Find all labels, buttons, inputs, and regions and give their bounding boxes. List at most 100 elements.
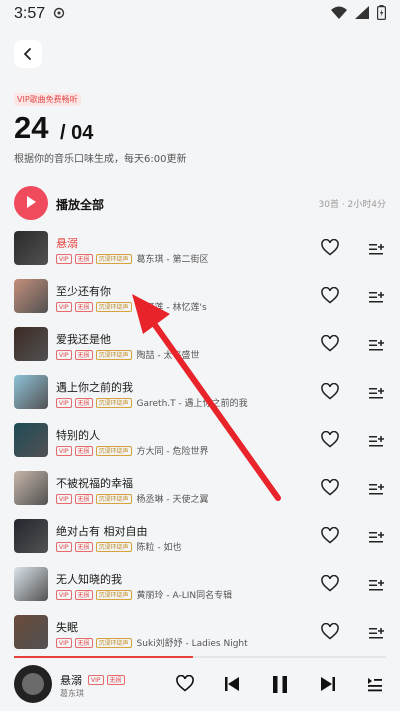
song-row[interactable]: 爱我还是他 VIP 无损 沉浸环绕声 陶喆 - 太平盛世 [0, 323, 400, 371]
vip-tag: VIP歌曲免费畅听 [14, 93, 81, 106]
date-day: 24 [14, 110, 49, 145]
vip-badge: VIP [56, 493, 72, 504]
song-title: 不被祝福的幸福 [56, 477, 133, 490]
date-month: / 04 [60, 122, 94, 144]
heart-icon[interactable] [321, 430, 339, 449]
song-artist-album: 陶喆 - 太平盛世 [136, 351, 200, 361]
song-meta: VIP 无损 沉浸环绕声 林忆莲 - 林忆莲's [56, 300, 207, 313]
surround-badge: 沉浸环绕声 [95, 397, 132, 408]
pause-icon[interactable] [272, 676, 288, 697]
song-title: 爱我还是他 [56, 333, 111, 346]
song-title: 特别的人 [56, 429, 100, 442]
player-badge-lossless: 无损 [106, 675, 125, 685]
album-cover[interactable] [14, 567, 48, 601]
album-cover[interactable] [14, 615, 48, 649]
page-subtitle: 根据你的音乐口味生成，每天6:00更新 [14, 154, 187, 165]
heart-icon[interactable] [176, 674, 194, 696]
play-all-button[interactable] [14, 186, 48, 220]
album-cover[interactable] [14, 423, 48, 457]
song-title: 无人知晓的我 [56, 573, 122, 586]
song-artist-album: Suki刘舒妤 - Ladies Night [136, 639, 248, 649]
album-cover[interactable] [14, 279, 48, 313]
song-meta: VIP 无损 沉浸环绕声 Suki刘舒妤 - Ladies Night [56, 636, 248, 649]
song-list: 悬溺 VIP 无损 沉浸环绕声 葛东琪 - 第二街区 至少还有你 VIP 无损 … [0, 227, 400, 659]
heart-icon[interactable] [321, 526, 339, 545]
song-meta: VIP 无损 沉浸环绕声 杨丞琳 - 天使之翼 [56, 492, 209, 505]
add-to-list-icon[interactable] [369, 241, 385, 255]
song-artist-album: 黄丽玲 - A-LIN同名专辑 [136, 591, 233, 601]
surround-badge: 沉浸环绕声 [95, 445, 132, 456]
vip-badge: VIP [56, 637, 72, 648]
lossless-badge: 无损 [74, 397, 93, 408]
heart-icon[interactable] [321, 574, 339, 593]
vip-badge: VIP [56, 541, 72, 552]
song-title: 悬溺 [56, 237, 78, 250]
lossless-badge: 无损 [74, 637, 93, 648]
song-title: 失眠 [56, 621, 78, 634]
lossless-badge: 无损 [74, 349, 93, 360]
song-title: 绝对占有 相对自由 [56, 525, 148, 538]
song-row[interactable]: 失眠 VIP 无损 沉浸环绕声 Suki刘舒妤 - Ladies Night [0, 611, 400, 659]
surround-badge: 沉浸环绕声 [95, 253, 132, 264]
album-cover[interactable] [14, 231, 48, 265]
add-to-list-icon[interactable] [369, 289, 385, 303]
add-to-list-icon[interactable] [369, 625, 385, 639]
album-cover[interactable] [14, 471, 48, 505]
surround-badge: 沉浸环绕声 [95, 637, 132, 648]
song-row[interactable]: 遇上你之前的我 VIP 无损 沉浸环绕声 Gareth.T - 遇上你之前的我 [0, 371, 400, 419]
vip-badge: VIP [56, 397, 72, 408]
vip-badge: VIP [56, 589, 72, 600]
add-to-list-icon[interactable] [369, 481, 385, 495]
previous-icon[interactable] [224, 676, 240, 696]
vip-badge: VIP [56, 349, 72, 360]
add-to-list-icon[interactable] [369, 577, 385, 591]
lossless-badge: 无损 [74, 301, 93, 312]
add-to-list-icon[interactable] [369, 433, 385, 447]
netease-status-icon [53, 5, 65, 23]
lossless-badge: 无损 [74, 445, 93, 456]
heart-icon[interactable] [321, 286, 339, 305]
album-disc[interactable] [14, 665, 52, 703]
surround-badge: 沉浸环绕声 [95, 301, 132, 312]
heart-icon[interactable] [321, 334, 339, 353]
battery-icon [377, 4, 387, 24]
progress-bar[interactable] [14, 656, 193, 658]
song-row[interactable]: 不被祝福的幸福 VIP 无损 沉浸环绕声 杨丞琳 - 天使之翼 [0, 467, 400, 515]
back-button[interactable] [14, 40, 42, 68]
status-time: 3:57 [14, 5, 46, 22]
song-row[interactable]: 特别的人 VIP 无损 沉浸环绕声 方大同 - 危险世界 [0, 419, 400, 467]
vip-badge: VIP [56, 445, 72, 456]
surround-badge: 沉浸环绕声 [95, 349, 132, 360]
next-icon[interactable] [320, 676, 336, 696]
song-row[interactable]: 至少还有你 VIP 无损 沉浸环绕声 林忆莲 - 林忆莲's [0, 275, 400, 323]
song-artist-album: Gareth.T - 遇上你之前的我 [136, 399, 248, 409]
vip-badge: VIP [56, 301, 72, 312]
mini-player[interactable]: 悬溺 VIP 无损 葛东琪 [0, 659, 400, 711]
add-to-list-icon[interactable] [369, 337, 385, 351]
lossless-badge: 无损 [74, 541, 93, 552]
play-all-label[interactable]: 播放全部 [56, 196, 104, 213]
song-artist-album: 陈粒 - 如也 [136, 543, 182, 553]
status-bar: 3:57 [0, 0, 400, 28]
playlist-icon[interactable] [367, 676, 383, 696]
album-cover[interactable] [14, 327, 48, 361]
heart-icon[interactable] [321, 238, 339, 257]
song-meta: VIP 无损 沉浸环绕声 黄丽玲 - A-LIN同名专辑 [56, 588, 232, 601]
heart-icon[interactable] [321, 478, 339, 497]
song-meta: VIP 无损 沉浸环绕声 方大同 - 危险世界 [56, 444, 209, 457]
add-to-list-icon[interactable] [369, 385, 385, 399]
playlist-meta: 30首 · 2小时4分 [318, 200, 387, 210]
album-cover[interactable] [14, 375, 48, 409]
song-row[interactable]: 绝对占有 相对自由 VIP 无损 沉浸环绕声 陈粒 - 如也 [0, 515, 400, 563]
album-cover[interactable] [14, 519, 48, 553]
song-title: 遇上你之前的我 [56, 381, 133, 394]
song-row[interactable]: 悬溺 VIP 无损 沉浸环绕声 葛东琪 - 第二街区 [0, 227, 400, 275]
heart-icon[interactable] [321, 622, 339, 641]
song-row[interactable]: 无人知晓的我 VIP 无损 沉浸环绕声 黄丽玲 - A-LIN同名专辑 [0, 563, 400, 611]
add-to-list-icon[interactable] [369, 529, 385, 543]
heart-icon[interactable] [321, 382, 339, 401]
player-title: 悬溺 [60, 674, 82, 687]
song-title: 至少还有你 [56, 285, 111, 298]
vip-badge: VIP [56, 253, 72, 264]
player-artist: 葛东琪 [60, 689, 84, 698]
